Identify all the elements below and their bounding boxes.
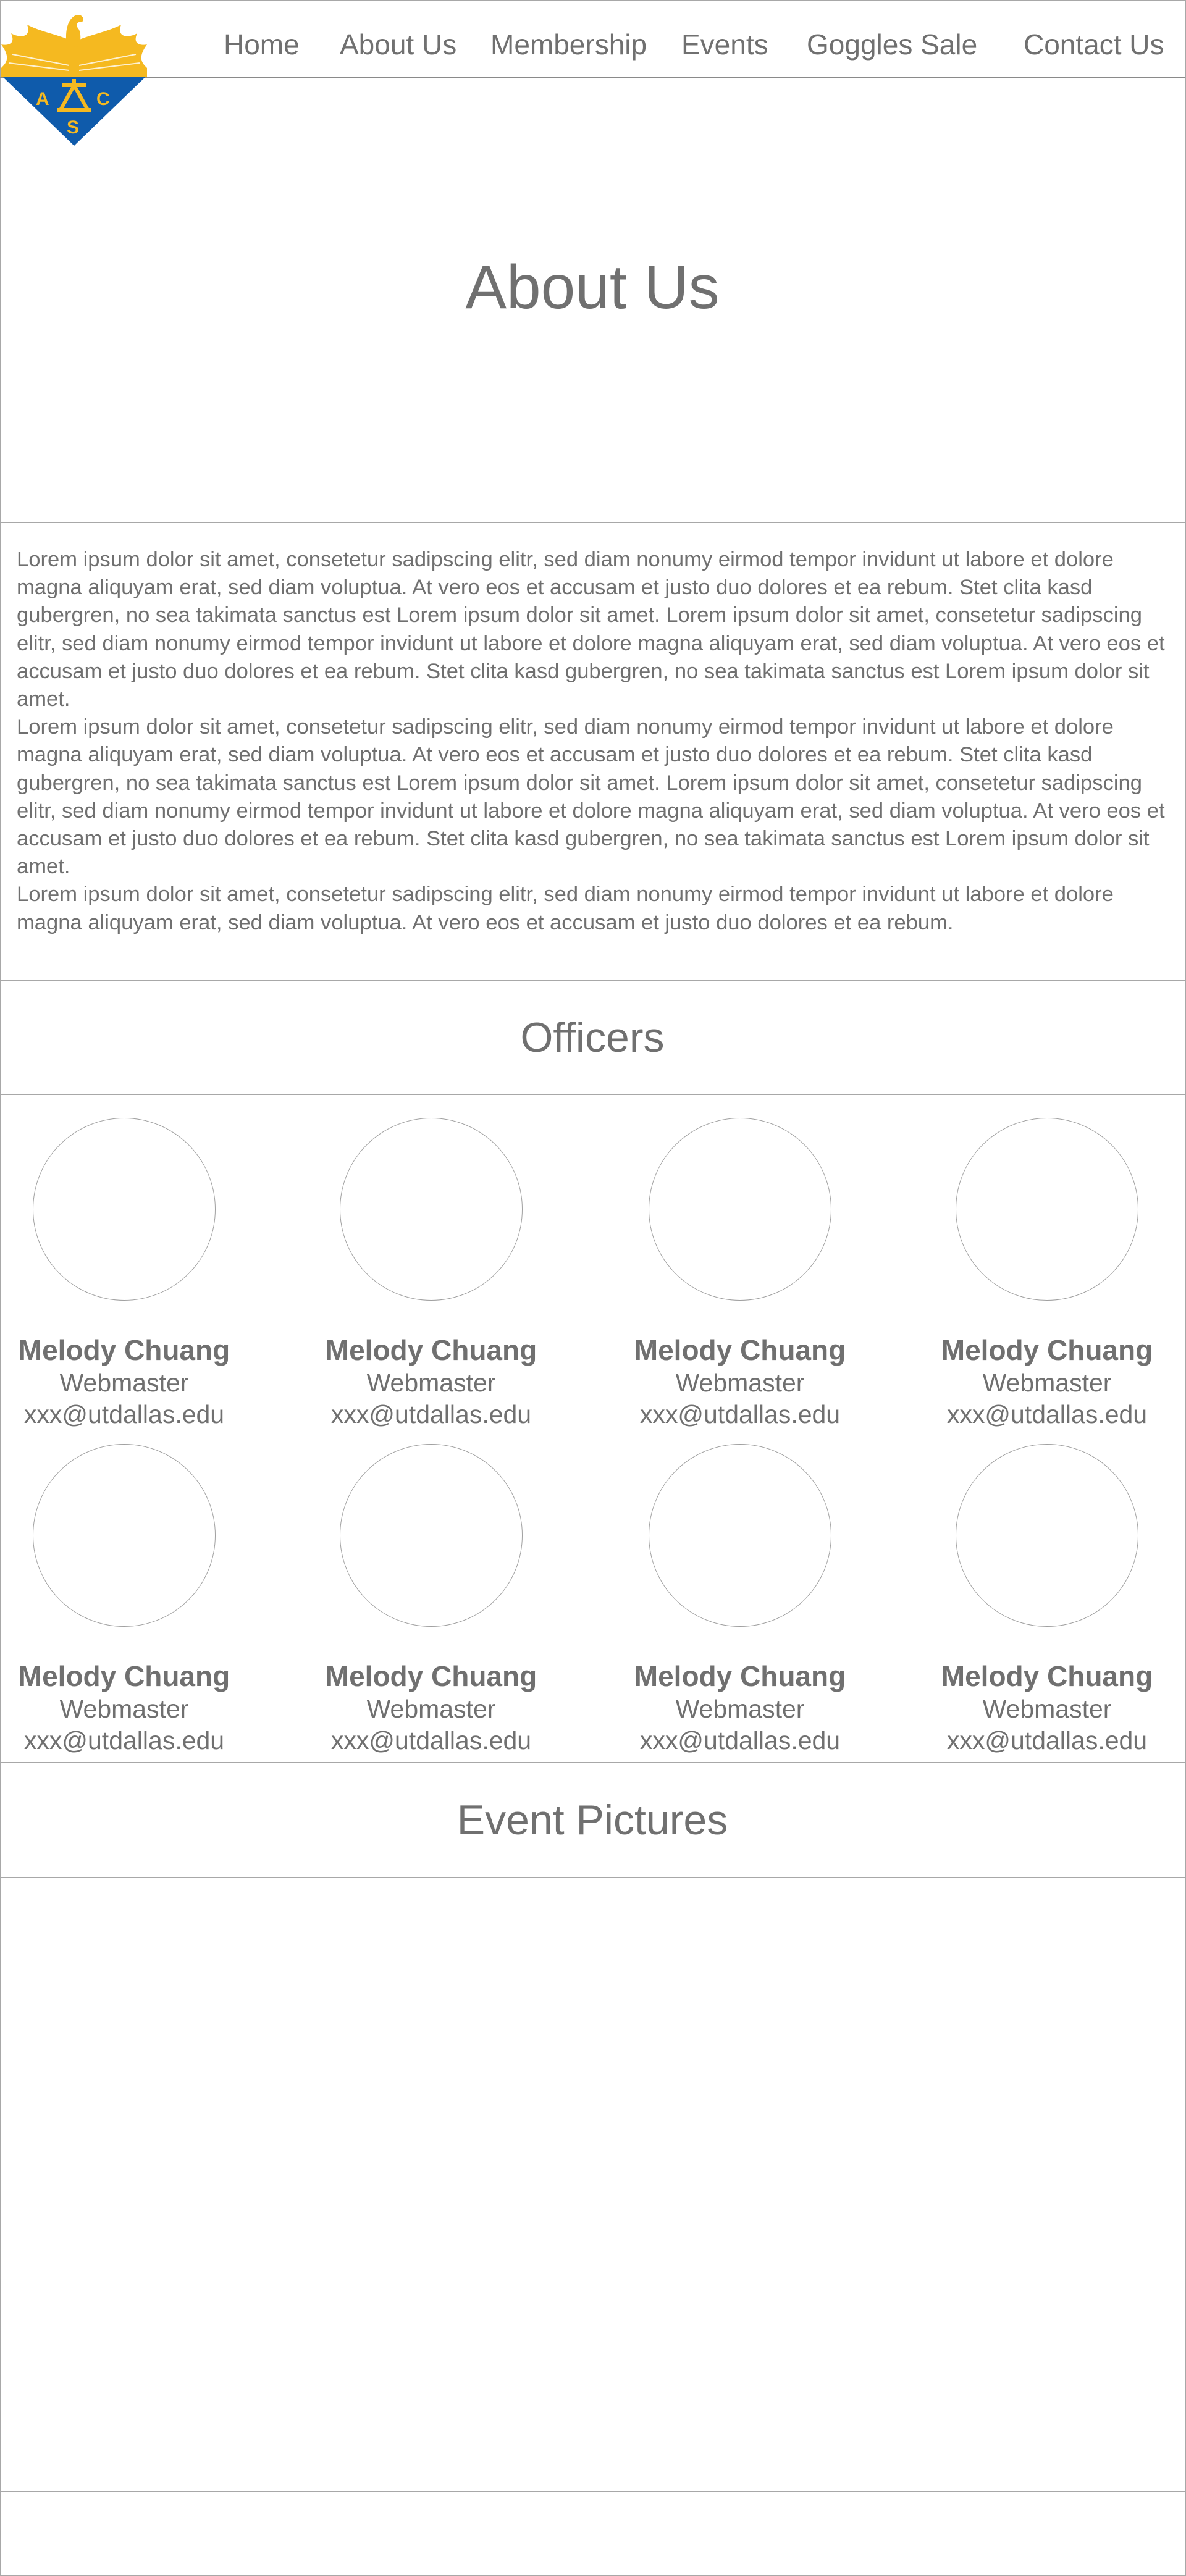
event-pictures-title: Event Pictures (456, 1797, 728, 1844)
officer-name: Melody Chuang (18, 1660, 230, 1692)
avatar (33, 1444, 216, 1627)
about-paragraph-3: Lorem ipsum dolor sit amet, consetetur s… (17, 883, 1114, 934)
officer-email[interactable]: xxx@utdallas.edu (917, 1398, 1177, 1430)
site-footer (0, 2492, 1185, 2575)
avatar (340, 1444, 523, 1627)
officer-role: Webmaster (675, 1695, 805, 1723)
officer-card: Melody Chuang Webmaster xxx@utdallas.edu (0, 1444, 254, 1756)
nav-membership[interactable]: Membership (490, 28, 647, 61)
officer-email[interactable]: xxx@utdallas.edu (301, 1398, 561, 1430)
officer-name: Melody Chuang (941, 1660, 1153, 1692)
officer-email[interactable]: xxx@utdallas.edu (917, 1724, 1177, 1756)
officer-email[interactable]: xxx@utdallas.edu (610, 1398, 870, 1430)
nav-goggles-sale[interactable]: Goggles Sale (807, 28, 977, 61)
nav-events[interactable]: Events (681, 28, 768, 61)
officer-card: Melody Chuang Webmaster xxx@utdallas.edu (301, 1118, 561, 1430)
officer-card: Melody Chuang Webmaster xxx@utdallas.edu (0, 1118, 254, 1430)
officer-name: Melody Chuang (634, 1660, 846, 1692)
officer-email[interactable]: xxx@utdallas.edu (301, 1724, 561, 1756)
officer-name: Melody Chuang (634, 1334, 846, 1366)
about-text: Lorem ipsum dolor sit amet, consetetur s… (17, 546, 1175, 937)
officer-email[interactable]: xxx@utdallas.edu (0, 1724, 254, 1756)
officer-role: Webmaster (59, 1695, 189, 1723)
site-header: A C S Home About Us Membership Events Go… (0, 0, 1185, 146)
officer-role: Webmaster (366, 1695, 496, 1723)
avatar (340, 1118, 523, 1301)
officer-card: Melody Chuang Webmaster xxx@utdallas.edu (610, 1444, 870, 1756)
officers-header: Officers (0, 980, 1185, 1095)
avatar (649, 1444, 831, 1627)
officer-name: Melody Chuang (18, 1334, 230, 1366)
avatar (649, 1118, 831, 1301)
avatar (956, 1118, 1138, 1301)
officer-role: Webmaster (982, 1369, 1112, 1397)
nav-contact-us[interactable]: Contact Us (1024, 28, 1164, 61)
nav-about-us[interactable]: About Us (340, 28, 456, 61)
avatar (33, 1118, 216, 1301)
officer-card: Melody Chuang Webmaster xxx@utdallas.edu (301, 1444, 561, 1756)
nav-home[interactable]: Home (224, 28, 300, 61)
about-paragraph-2: Lorem ipsum dolor sit amet, consetetur s… (17, 715, 1165, 879)
officer-role: Webmaster (59, 1369, 189, 1397)
hero-banner: About Us (0, 78, 1185, 523)
officer-email[interactable]: xxx@utdallas.edu (610, 1724, 870, 1756)
about-paragraph-1: Lorem ipsum dolor sit amet, consetetur s… (17, 548, 1165, 711)
officers-title: Officers (520, 1014, 665, 1061)
officer-card: Melody Chuang Webmaster xxx@utdallas.edu (917, 1444, 1177, 1756)
officer-name: Melody Chuang (941, 1334, 1153, 1366)
officer-name: Melody Chuang (325, 1334, 537, 1366)
event-pictures-gallery (0, 1877, 1185, 2492)
officer-role: Webmaster (366, 1369, 496, 1397)
officer-role: Webmaster (675, 1369, 805, 1397)
officer-email[interactable]: xxx@utdallas.edu (0, 1398, 254, 1430)
event-pictures-header: Event Pictures (0, 1762, 1185, 1878)
page-title: About Us (465, 253, 720, 322)
avatar (956, 1444, 1138, 1627)
officer-role: Webmaster (982, 1695, 1112, 1723)
officer-name: Melody Chuang (325, 1660, 537, 1692)
officer-card: Melody Chuang Webmaster xxx@utdallas.edu (917, 1118, 1177, 1430)
officer-card: Melody Chuang Webmaster xxx@utdallas.edu (610, 1118, 870, 1430)
